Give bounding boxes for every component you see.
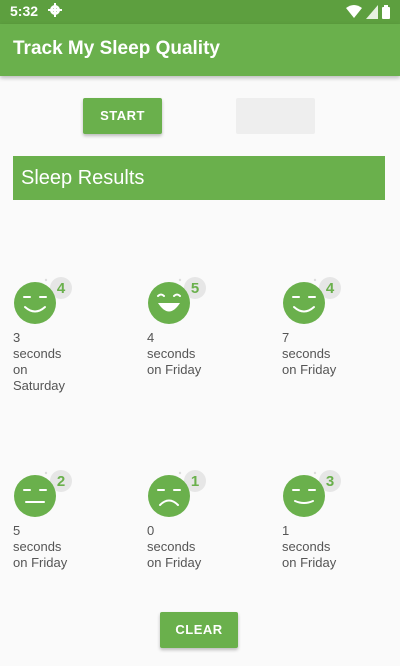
sleep-face-smile-icon: 4 (283, 277, 341, 324)
bubble-dot (44, 278, 48, 282)
stop-button[interactable]: STOP (236, 98, 315, 134)
gear-icon (48, 3, 62, 17)
night-unit: seconds (147, 539, 196, 554)
face (283, 475, 325, 517)
status-bar: 5:32 (0, 0, 400, 24)
sleep-results-header: Sleep Results (13, 156, 385, 200)
sleep-face-sad-icon: 1 (148, 470, 206, 517)
night-duration: 7 (282, 330, 290, 345)
signal-icon (366, 5, 378, 19)
battery-icon (382, 5, 390, 19)
rating-value: 5 (191, 280, 199, 297)
face (14, 475, 56, 517)
night-duration: 4 (147, 330, 155, 345)
face (283, 282, 325, 324)
sleep-face-neutral-icon: 2 (14, 470, 72, 517)
night-day: on (13, 362, 28, 377)
start-button[interactable]: START (83, 98, 162, 134)
sleep-face-ok-icon: 3 (283, 470, 341, 517)
rating-value: 1 (191, 473, 199, 490)
night-unit: seconds (147, 346, 196, 361)
face (148, 475, 190, 517)
night-unit: seconds (13, 346, 62, 361)
app-bar: Track My Sleep Quality (0, 24, 400, 76)
clear-button[interactable]: CLEAR (160, 612, 238, 648)
rating-value: 4 (57, 280, 66, 297)
night-duration: 1 (282, 523, 290, 538)
rating-value: 3 (326, 473, 334, 490)
bubble-dot (44, 471, 48, 475)
rating-value: 2 (57, 473, 65, 490)
night-unit: seconds (13, 539, 62, 554)
bubble-dot (178, 471, 182, 475)
bubble-dot (313, 278, 317, 282)
night-day: on Friday (147, 362, 202, 377)
wifi-icon (346, 5, 362, 18)
night-day: on Friday (147, 555, 202, 570)
app-title: Track My Sleep Quality (13, 38, 220, 59)
night-duration: 0 (147, 523, 155, 538)
night-day: on Friday (282, 362, 337, 377)
bubble-dot (313, 471, 317, 475)
night-duration: 3 (13, 330, 21, 345)
rating-value: 4 (326, 280, 335, 297)
night-day: on Friday (13, 555, 68, 570)
sleep-results-title: Sleep Results (21, 167, 145, 189)
night-day: on Friday (282, 555, 337, 570)
status-time: 5:32 (10, 3, 39, 19)
face (14, 282, 56, 324)
night-unit: seconds (282, 539, 331, 554)
night-duration: 5 (13, 523, 21, 538)
bubble-dot (178, 278, 182, 282)
sleep-face-grin-icon: 5 (148, 277, 206, 324)
night-day-name: Saturday (13, 378, 66, 393)
night-unit: seconds (282, 346, 331, 361)
sleep-face-smile-icon: 4 (14, 277, 72, 324)
